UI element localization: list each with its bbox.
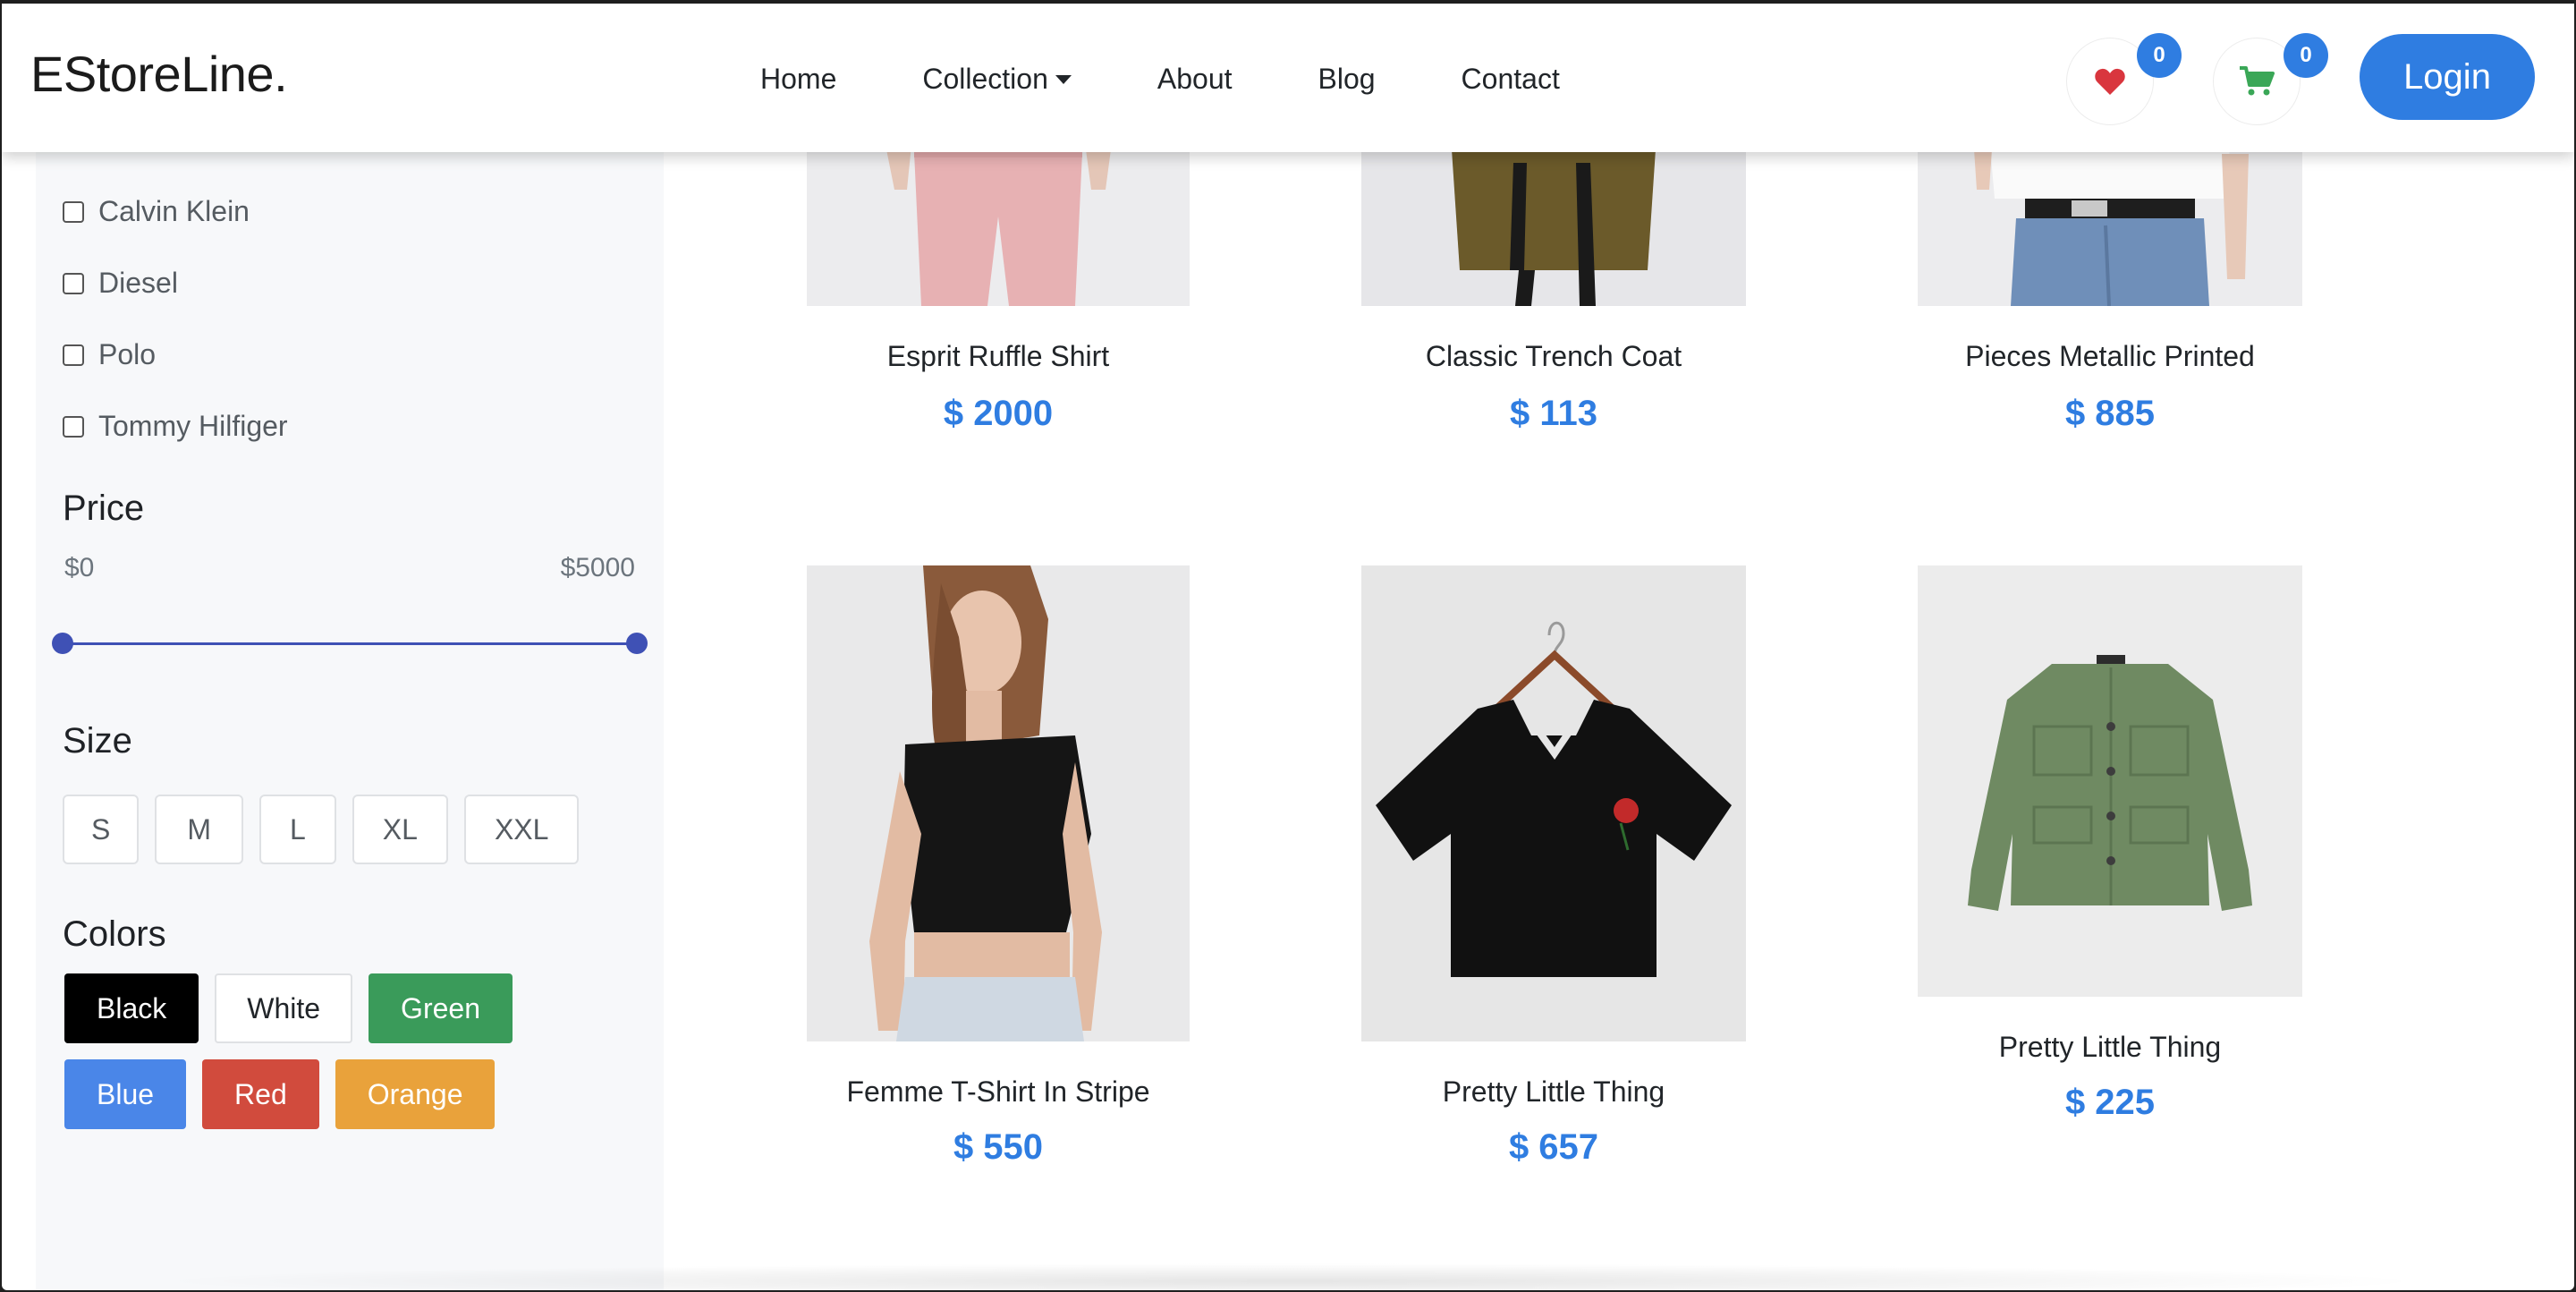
size-xl-button[interactable]: XL <box>352 795 448 864</box>
product-image[interactable] <box>807 565 1190 1041</box>
login-button[interactable]: Login <box>2360 34 2535 120</box>
color-white-button[interactable]: White <box>215 973 353 1043</box>
product-card[interactable]: Pretty Little Thing $ 657 <box>1361 565 1746 1192</box>
brand-checkbox[interactable] <box>63 200 84 223</box>
brand-logo[interactable]: EStoreLine. <box>30 45 288 103</box>
product-price: $ 2000 <box>943 394 1054 433</box>
product-price: $ 885 <box>2064 394 2156 433</box>
app-window: EStoreLine. Home Collection About Blog C… <box>0 0 2576 1292</box>
brand-checkbox[interactable] <box>63 272 84 294</box>
wishlist-count-badge: 0 <box>2137 33 2182 78</box>
cart-icon <box>2240 66 2275 96</box>
green-jacket-image <box>1968 655 2252 911</box>
brand-checkbox[interactable] <box>63 344 84 366</box>
color-red-button[interactable]: Red <box>202 1059 319 1129</box>
product-name[interactable]: Pretty Little Thing <box>1361 1075 1746 1109</box>
brand-filter-calvin-klein[interactable]: Calvin Klein <box>63 195 250 228</box>
color-green-button[interactable]: Green <box>369 973 513 1043</box>
product-image[interactable] <box>807 136 1190 306</box>
product-card[interactable]: Femme T-Shirt In Stripe $ 550 <box>807 565 1190 1192</box>
filter-sidebar: Calvin Klein Diesel Polo Tommy Hilfiger … <box>36 136 664 1290</box>
brand-filter-label: Diesel <box>98 267 178 299</box>
price-slider-track[interactable] <box>63 642 639 645</box>
size-xxl-button[interactable]: XXL <box>463 795 580 864</box>
product-price: $ 225 <box>2064 1083 2156 1122</box>
color-orange-button[interactable]: Orange <box>335 1059 496 1129</box>
color-blue-button[interactable]: Blue <box>64 1059 187 1129</box>
nav-blog[interactable]: Blog <box>1318 63 1376 96</box>
wishlist-button[interactable]: 0 <box>2066 33 2182 125</box>
black-crop-top-model-image <box>869 565 1102 1041</box>
product-price: $ 113 <box>1510 394 1597 433</box>
color-options-row-1: Black White Green <box>64 973 529 1043</box>
brand-filter-polo[interactable]: Polo <box>63 338 156 371</box>
color-black-button[interactable]: Black <box>64 973 199 1043</box>
brand-filter-diesel[interactable]: Diesel <box>63 267 178 300</box>
price-slider-max-handle[interactable] <box>626 633 648 654</box>
product-name[interactable]: Esprit Ruffle Shirt <box>807 340 1190 373</box>
main-nav: Home Collection About Blog Contact <box>760 63 1560 96</box>
product-image[interactable] <box>1361 565 1746 1041</box>
price-slider-min-handle[interactable] <box>52 633 73 654</box>
colors-section-title: Colors <box>63 914 166 954</box>
product-price: $ 657 <box>1508 1127 1599 1167</box>
caret-down-icon <box>1055 74 1072 84</box>
brand-filter-label: Polo <box>98 338 157 370</box>
price-section-title: Price <box>63 489 145 528</box>
nav-collection-label: Collection <box>922 63 1048 95</box>
brand-filter-label: Calvin Klein <box>98 195 250 227</box>
trench-coat-image <box>1451 136 1657 306</box>
size-l-button[interactable]: L <box>259 795 336 864</box>
brand-checkbox[interactable] <box>63 415 84 438</box>
cart-button[interactable]: 0 <box>2213 33 2328 125</box>
nav-collection-dropdown[interactable]: Collection <box>922 63 1072 96</box>
printed-tee-jeans-image <box>1973 136 2249 306</box>
product-name[interactable]: Pretty Little Thing <box>1918 1031 2302 1064</box>
size-section-title: Size <box>63 721 132 761</box>
price-min-label: $0 <box>64 553 95 582</box>
product-image[interactable] <box>1918 565 2302 997</box>
product-name[interactable]: Classic Trench Coat <box>1361 340 1746 373</box>
heart-icon <box>2095 68 2125 95</box>
size-s-button[interactable]: S <box>63 795 140 864</box>
cart-count-badge: 0 <box>2284 33 2328 78</box>
product-image[interactable] <box>1918 136 2302 306</box>
price-max-label: $5000 <box>560 553 635 582</box>
nav-home[interactable]: Home <box>760 63 836 96</box>
brand-filter-tommy-hilfiger[interactable]: Tommy Hilfiger <box>63 410 288 443</box>
brand-filter-label: Tommy Hilfiger <box>98 410 288 442</box>
color-options-row-2: Blue Red Orange <box>64 1059 511 1129</box>
size-m-button[interactable]: M <box>155 795 243 864</box>
product-image[interactable] <box>1361 136 1746 306</box>
black-rose-tee-image <box>1376 621 1732 977</box>
product-name[interactable]: Pieces Metallic Printed <box>1918 340 2302 373</box>
top-navbar: EStoreLine. Home Collection About Blog C… <box>2 2 2574 152</box>
nav-about[interactable]: About <box>1157 63 1233 96</box>
product-card[interactable]: Pretty Little Thing $ 225 <box>1918 565 2302 1192</box>
size-options: S M L XL XXL <box>63 795 595 864</box>
footer-shadow <box>145 1263 2435 1290</box>
pink-pants-image <box>884 136 1113 306</box>
product-price: $ 550 <box>953 1127 1044 1167</box>
product-name[interactable]: Femme T-Shirt In Stripe <box>807 1075 1190 1109</box>
nav-contact[interactable]: Contact <box>1462 63 1560 96</box>
